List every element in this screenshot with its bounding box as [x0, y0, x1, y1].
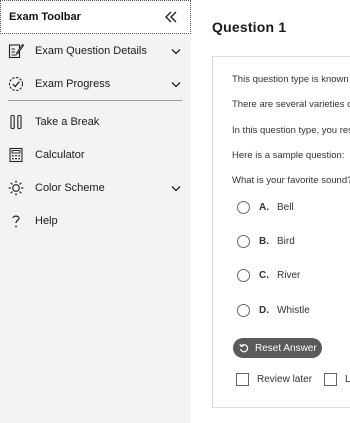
calculator-icon	[9, 147, 23, 163]
question-panel: Question 1 This question type is known a…	[191, 0, 350, 423]
pause-icon	[10, 114, 22, 130]
option-text: Bird	[277, 235, 295, 247]
sidebar-item-label: Color Scheme	[35, 182, 105, 194]
sidebar-item-label: Exam Question Details	[35, 45, 147, 57]
second-checkbox-label: L	[345, 373, 350, 385]
chevron-down-icon	[171, 48, 181, 54]
question-paragraph: This question type is known as	[232, 74, 350, 85]
question-prompt: What is your favorite sound?	[232, 175, 350, 186]
option-letter: A.	[259, 201, 269, 213]
checkbox[interactable]	[236, 372, 249, 386]
option-letter: D.	[259, 304, 269, 316]
sidebar-item-exam-progress[interactable]: Exam Progress	[0, 69, 191, 99]
sidebar-item-take-a-break[interactable]: Take a Break	[0, 107, 191, 137]
sidebar-item-color-scheme[interactable]: Color Scheme	[0, 173, 191, 203]
reset-answer-label: Reset Answer	[255, 342, 317, 354]
chevron-down-icon	[171, 81, 181, 87]
sidebar-item-label: Calculator	[35, 149, 85, 161]
reset-answer-button[interactable]: Reset Answer	[233, 338, 322, 358]
sidebar-item-label: Exam Progress	[35, 78, 111, 90]
question-paragraph: In this question type, you res	[232, 125, 350, 136]
answer-option-d[interactable]: D. Whistle	[237, 302, 310, 318]
radio-button[interactable]	[237, 303, 250, 317]
checkbox[interactable]	[324, 372, 337, 386]
question-paragraph: Here is a sample question:	[232, 150, 345, 161]
sidebar-item-label: Take a Break	[35, 116, 100, 128]
review-later-label: Review later	[257, 373, 313, 385]
answer-option-c[interactable]: C. River	[237, 267, 300, 283]
toolbar-header: Exam Toolbar	[0, 0, 191, 34]
radio-button[interactable]	[237, 268, 250, 282]
sidebar-item-help[interactable]: Help	[0, 206, 191, 236]
option-letter: B.	[259, 235, 269, 247]
sidebar-divider	[8, 100, 182, 101]
option-text: Bell	[277, 201, 294, 213]
sidebar-item-exam-question-details[interactable]: Exam Question Details	[0, 36, 191, 66]
double-chevron-left-icon[interactable]	[164, 9, 178, 25]
option-letter: C.	[259, 269, 269, 281]
option-text: Whistle	[277, 304, 310, 316]
exam-toolbar-sidebar: Exam Toolbar Exam Question Details Exam …	[0, 0, 191, 423]
question-card: This question type is known as There are…	[212, 56, 350, 408]
review-later-checkbox[interactable]: Review later	[236, 372, 312, 386]
second-checkbox[interactable]: L	[324, 372, 350, 386]
checklist-icon	[8, 76, 24, 92]
sidebar-item-calculator[interactable]: Calculator	[0, 140, 191, 170]
answer-option-b[interactable]: B. Bird	[237, 233, 295, 249]
toolbar-title: Exam Toolbar	[9, 11, 81, 23]
sun-icon	[8, 180, 24, 196]
sidebar-item-label: Help	[35, 215, 58, 227]
reset-icon	[239, 343, 249, 353]
question-title: Question 1	[212, 19, 287, 35]
answer-option-a[interactable]: A. Bell	[237, 199, 294, 215]
option-text: River	[277, 269, 301, 281]
question-icon	[12, 215, 20, 228]
radio-button[interactable]	[237, 200, 250, 214]
radio-button[interactable]	[237, 234, 250, 248]
chevron-down-icon	[171, 185, 181, 191]
edit-document-icon	[8, 43, 24, 59]
question-paragraph: There are several varieties of	[232, 99, 350, 110]
